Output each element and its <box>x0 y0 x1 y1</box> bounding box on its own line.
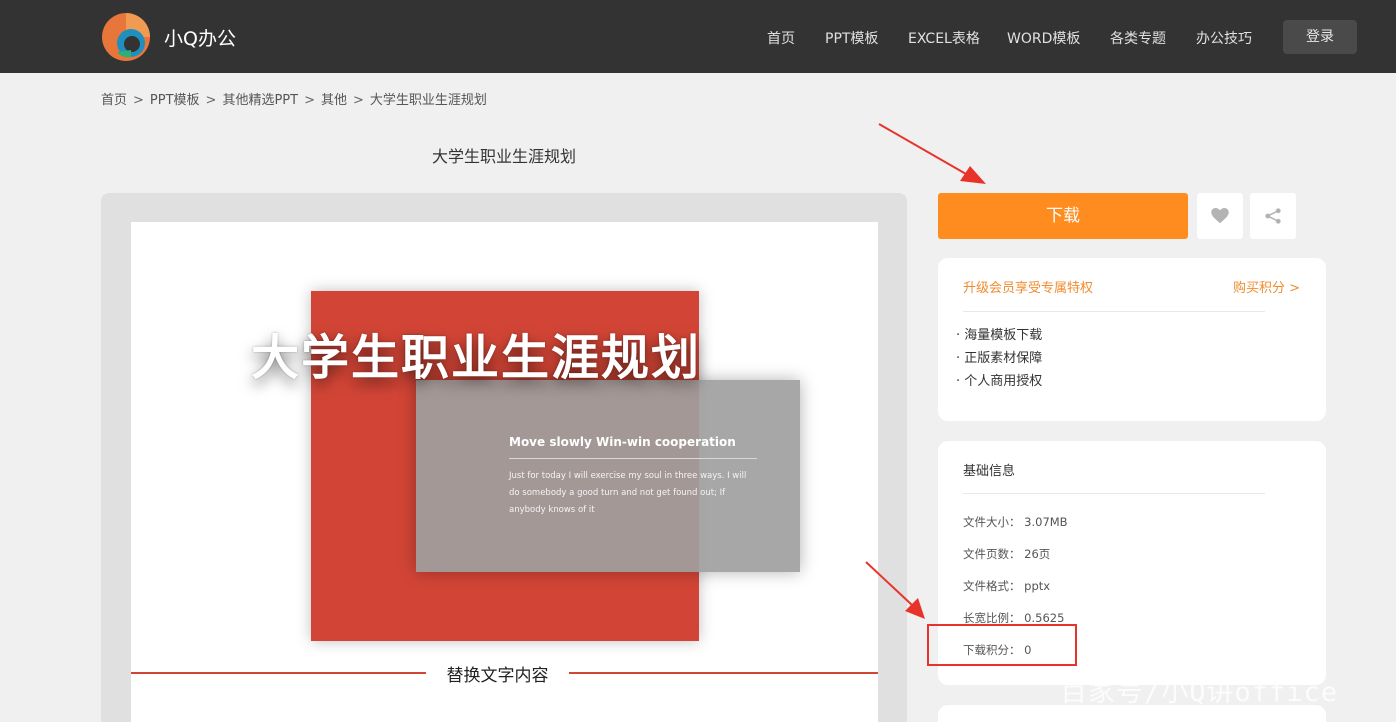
breadcrumb-current: 大学生职业生涯规划 <box>369 93 487 108</box>
slide-divider-right <box>569 672 878 674</box>
vip-title[interactable]: 升级会员享受专属特权 <box>963 277 1093 296</box>
info-row-file-size: 文件大小： 3.07MB <box>963 514 1068 530</box>
breadcrumb-ppt-templates[interactable]: PPT模板 <box>150 93 200 108</box>
info-value: 26页 <box>1024 547 1051 561</box>
info-value: 0.5625 <box>1024 611 1065 625</box>
nav-topics[interactable]: 各类专题 <box>1110 28 1166 48</box>
slide-preview[interactable]: Move slowly Win-win cooperation Just for… <box>131 222 878 722</box>
breadcrumb-other[interactable]: 其他 <box>321 93 347 108</box>
nav-home[interactable]: 首页 <box>767 28 795 48</box>
watermark: 百家号/小Q讲office <box>1060 677 1339 708</box>
breadcrumb-separator: > <box>353 93 364 108</box>
favorite-button[interactable] <box>1197 193 1243 239</box>
info-value: 3.07MB <box>1024 515 1068 529</box>
vip-benefit-item: · 正版素材保障 <box>956 351 1043 366</box>
vip-divider <box>963 311 1265 312</box>
slide-subtitle: 替换文字内容 <box>446 666 549 686</box>
slide-divider-left <box>131 672 426 674</box>
info-row-page-count: 文件页数： 26页 <box>963 546 1050 562</box>
breadcrumb-separator: > <box>133 93 144 108</box>
nav-excel-sheets[interactable]: EXCEL表格 <box>908 28 980 48</box>
login-button[interactable]: 登录 <box>1283 20 1357 54</box>
page-title: 大学生职业生涯规划 <box>431 147 576 166</box>
vip-benefit-item: · 海量模板下载 <box>956 328 1043 343</box>
slide-main-title: 大学生职业生涯规划 <box>251 330 702 386</box>
info-row-file-format: 文件格式： pptx <box>963 578 1050 594</box>
basic-info-divider <box>963 493 1265 494</box>
breadcrumb-selected-ppt[interactable]: 其他精选PPT <box>222 93 298 108</box>
nav-office-tips[interactable]: 办公技巧 <box>1196 28 1252 48</box>
info-label: 文件页数： <box>963 547 1021 561</box>
share-icon <box>1265 208 1281 224</box>
breadcrumb-separator: > <box>205 93 217 108</box>
share-button[interactable] <box>1250 193 1296 239</box>
annotation-highlight-box <box>927 624 1077 666</box>
download-button[interactable]: 下载 <box>938 193 1188 239</box>
heart-icon <box>1211 208 1229 224</box>
basic-info-title: 基础信息 <box>963 464 1016 479</box>
brand-name[interactable]: 小Q办公 <box>164 24 236 51</box>
top-header: 小Q办公 首页 PPT模板 EXCEL表格 WORD模板 各类专题 办公技巧 登… <box>0 0 1396 73</box>
info-value: pptx <box>1024 579 1051 593</box>
breadcrumb: 首页 > PPT模板 > 其他精选PPT > 其他 > 大学生职业生涯规划 <box>101 89 487 108</box>
annotation-arrowhead-download <box>960 166 986 184</box>
slide-card-heading: Move slowly Win-win cooperation <box>509 435 736 449</box>
vip-panel: 升级会员享受专属特权 购买积分 > · 海量模板下载 · 正版素材保障 · 个人… <box>938 258 1326 421</box>
info-label: 长宽比例： <box>963 611 1021 625</box>
annotation-arrowhead-points <box>905 598 925 619</box>
nav-word-templates[interactable]: WORD模板 <box>1007 28 1080 48</box>
info-label: 文件大小： <box>963 515 1021 529</box>
slide-card-divider <box>509 458 757 459</box>
buy-points-link[interactable]: 购买积分 > <box>1233 277 1300 296</box>
breadcrumb-home[interactable]: 首页 <box>101 93 127 108</box>
slide-card-body: Just for today I will exercise my soul i… <box>509 471 747 515</box>
slide-text-card: Move slowly Win-win cooperation Just for… <box>416 380 800 572</box>
logo-icon[interactable] <box>101 12 151 62</box>
nav-ppt-templates[interactable]: PPT模板 <box>825 28 878 48</box>
info-label: 文件格式： <box>963 579 1021 593</box>
template-preview: Move slowly Win-win cooperation Just for… <box>101 193 907 722</box>
vip-benefits-list: · 海量模板下载 · 正版素材保障 · 个人商用授权 <box>956 324 1042 393</box>
vip-benefit-item: · 个人商用授权 <box>956 374 1043 389</box>
breadcrumb-separator: > <box>304 93 315 108</box>
